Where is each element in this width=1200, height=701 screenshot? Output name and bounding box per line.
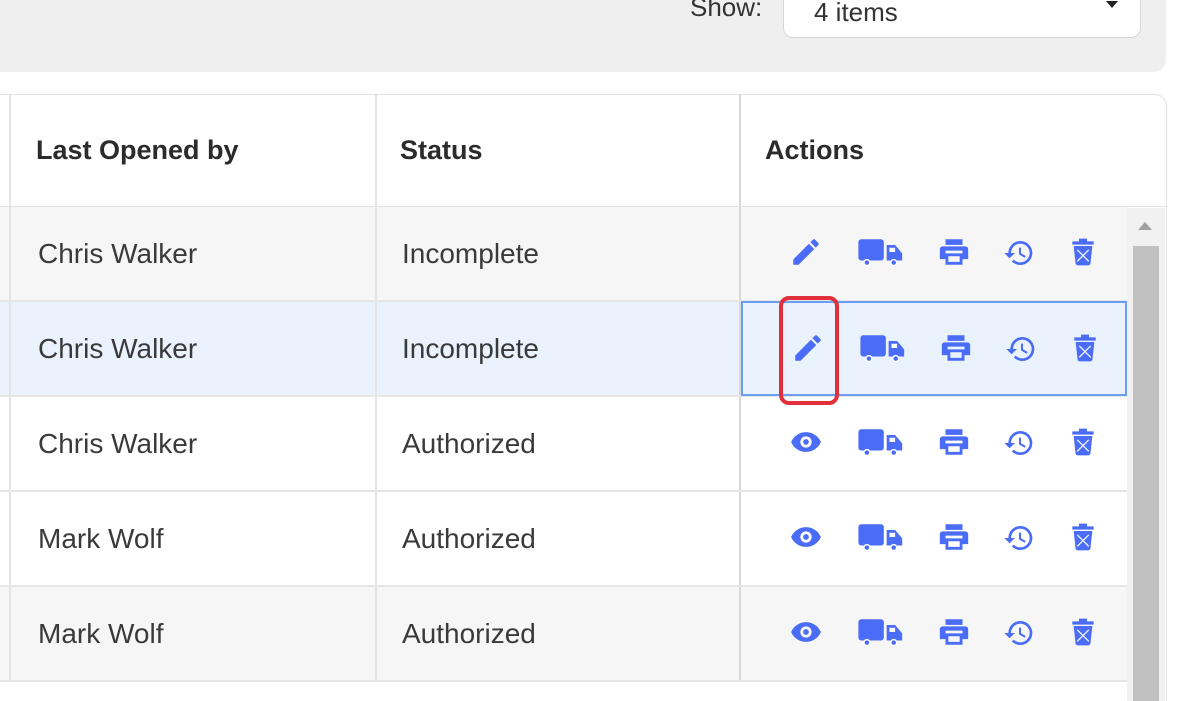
cell-status: Incomplete [402, 332, 539, 364]
table-row[interactable]: Chris Walker Incomplete [0, 207, 1127, 302]
column-divider [9, 492, 11, 585]
scroll-up-icon[interactable] [1138, 222, 1152, 230]
cell-last-opened-by: Mark Wolf [38, 522, 164, 554]
edit-pencil-icon[interactable] [789, 235, 823, 269]
delete-trash-icon[interactable] [1069, 331, 1101, 365]
shipping-truck-icon[interactable] [857, 520, 905, 554]
delete-trash-icon[interactable] [1067, 520, 1099, 554]
history-icon[interactable] [1003, 427, 1035, 459]
column-divider [375, 302, 377, 395]
delete-trash-icon[interactable] [1067, 425, 1099, 459]
column-header-last-opened-by[interactable]: Last Opened by [36, 95, 239, 206]
actions-cell [741, 207, 1127, 300]
cell-last-opened-by: Chris Walker [38, 237, 198, 269]
view-eye-icon[interactable] [789, 425, 823, 459]
shipping-truck-icon[interactable] [857, 235, 905, 269]
view-eye-icon[interactable] [789, 520, 823, 554]
actions-cell [741, 397, 1127, 490]
items-per-page-select[interactable]: 4 items [783, 0, 1141, 38]
column-header-actions: Actions [765, 135, 865, 165]
history-icon[interactable] [1003, 237, 1035, 269]
history-icon[interactable] [1005, 333, 1037, 365]
column-divider [739, 95, 741, 206]
scroll-thumb[interactable] [1133, 246, 1159, 701]
delete-trash-icon[interactable] [1067, 235, 1099, 269]
column-divider [375, 492, 377, 585]
edit-highlight-box [779, 296, 839, 405]
shipping-truck-icon[interactable] [859, 331, 907, 365]
cell-status: Incomplete [402, 237, 539, 269]
actions-cell [741, 492, 1127, 585]
column-header-status[interactable]: Status [400, 95, 483, 206]
cell-status: Authorized [402, 522, 536, 554]
print-printer-icon[interactable] [939, 331, 973, 365]
column-divider [9, 95, 11, 206]
history-icon[interactable] [1003, 617, 1035, 649]
cell-status: Authorized [402, 617, 536, 649]
cell-last-opened-by: Chris Walker [38, 332, 198, 364]
cell-last-opened-by: Chris Walker [38, 427, 198, 459]
history-icon[interactable] [1003, 522, 1035, 554]
shipping-truck-icon[interactable] [857, 425, 905, 459]
column-divider [9, 302, 11, 395]
actions-cell [741, 587, 1127, 680]
table-row[interactable]: Mark Wolf Authorized [0, 587, 1127, 682]
shipping-truck-icon[interactable] [857, 615, 905, 649]
table-scrollbar[interactable] [1127, 208, 1165, 701]
column-divider [375, 95, 377, 206]
table-row[interactable]: Chris Walker Authorized [0, 397, 1127, 492]
table-header: Last Opened by Status Actions [0, 95, 1166, 207]
filter-panel: Show: 4 items [0, 0, 1166, 72]
view-eye-icon[interactable] [789, 615, 823, 649]
cell-status: Authorized [402, 427, 536, 459]
delete-trash-icon[interactable] [1067, 615, 1099, 649]
items-per-page-value: 4 items [814, 0, 898, 27]
print-printer-icon[interactable] [937, 425, 971, 459]
print-printer-icon[interactable] [937, 615, 971, 649]
show-label: Show: [690, 0, 763, 22]
column-divider [9, 397, 11, 490]
documents-table: Last Opened by Status Actions Chris Walk… [0, 94, 1167, 701]
print-printer-icon[interactable] [937, 520, 971, 554]
column-divider [9, 207, 11, 300]
column-divider [375, 397, 377, 490]
table-row[interactable]: Chris Walker Incomplete [0, 301, 1127, 397]
column-divider [375, 207, 377, 300]
caret-down-icon [1106, 1, 1118, 8]
cell-last-opened-by: Mark Wolf [38, 617, 164, 649]
table-row[interactable]: Mark Wolf Authorized [0, 492, 1127, 587]
column-divider [375, 587, 377, 680]
column-divider [9, 587, 11, 680]
print-printer-icon[interactable] [937, 235, 971, 269]
